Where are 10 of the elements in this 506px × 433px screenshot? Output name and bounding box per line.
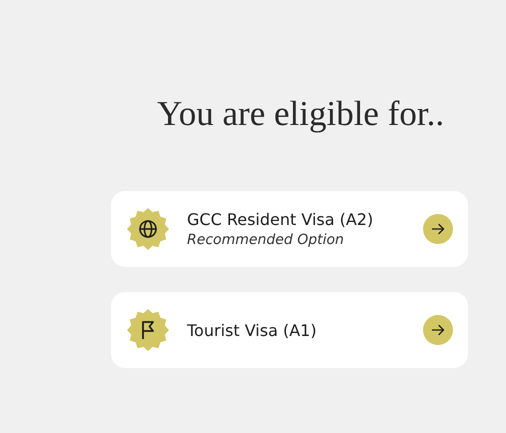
visa-option-card[interactable]: GCC Resident Visa (A2) Recommended Option bbox=[111, 191, 468, 267]
visa-subtitle: Recommended Option bbox=[187, 232, 345, 248]
visa-option-card[interactable]: Tourist Visa (A1) bbox=[111, 292, 468, 368]
flag-icon bbox=[127, 309, 169, 351]
arrow-right-icon[interactable] bbox=[423, 315, 453, 345]
visa-title: GCC Resident Visa (A2) bbox=[187, 210, 374, 229]
globe-icon bbox=[127, 208, 169, 250]
arrow-right-icon[interactable] bbox=[423, 214, 453, 244]
page-heading: You are eligible for.. bbox=[157, 93, 446, 135]
visa-title: Tourist Visa (A1) bbox=[187, 320, 318, 340]
